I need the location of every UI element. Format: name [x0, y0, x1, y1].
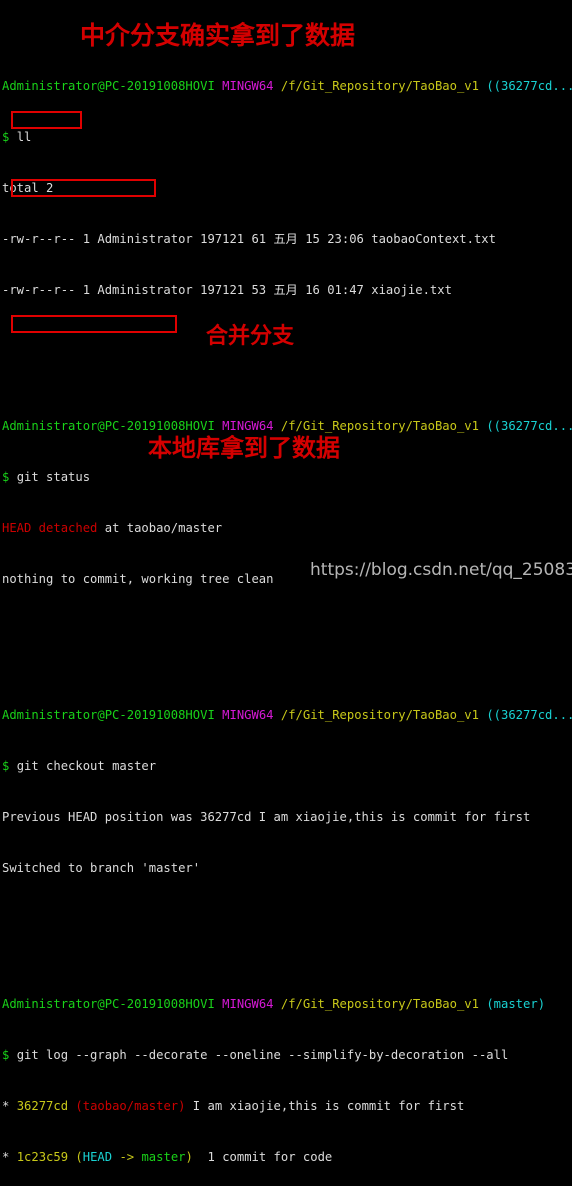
prompt-shell: MINGW64 [222, 708, 274, 722]
log-ref-branch: master [141, 1150, 186, 1164]
prompt-shell: MINGW64 [222, 79, 274, 93]
annotation-note-1: 中介分支确实拿到了数据 [80, 21, 356, 50]
log-commit-message: I am xiaojie,this is commit for first [185, 1099, 465, 1113]
log-commit-message: 1 commit for code [192, 1150, 333, 1164]
prompt-shell: MINGW64 [222, 997, 274, 1011]
terminal-window[interactable]: Administrator@PC-20191008HOVI MINGW64 /f… [0, 0, 572, 1164]
log-entry: * 36277cd (taobao/master) I am xiaojie,t… [2, 1098, 572, 1115]
log-ref-head: HEAD [82, 1150, 113, 1164]
prompt-branch: ((36277cd...)) [486, 419, 572, 433]
command-line: $ git checkout master [2, 758, 572, 775]
watermark-text: https://blog.csdn.net/qq_25083447 [310, 560, 572, 580]
output-line: Switched to branch 'master' [2, 861, 201, 875]
prompt-line: Administrator@PC-20191008HOVI MINGW64 /f… [2, 418, 572, 435]
head-detached-rest: at taobao/master [97, 521, 223, 535]
log-ref-arrow: -> [112, 1150, 142, 1164]
prompt-line: Administrator@PC-20191008HOVI MINGW64 /f… [2, 996, 572, 1013]
command-line: $ ll [2, 129, 572, 146]
annotation-note-2: 合并分支 [206, 324, 295, 349]
output-line: Previous HEAD position was 36277cd I am … [2, 810, 531, 824]
log-ref-paren-close: ) [185, 1150, 193, 1164]
output-line: total 2 [2, 181, 54, 195]
prompt-path: /f/Git_Repository/TaoBao_v1 [280, 419, 479, 433]
prompt-shell: MINGW64 [222, 419, 274, 433]
prompt-path: /f/Git_Repository/TaoBao_v1 [280, 997, 479, 1011]
log-ref-paren-open: ( [75, 1150, 83, 1164]
prompt-user-host: Administrator@PC-20191008HOVI [2, 79, 215, 93]
log-graph-marker: * [2, 1099, 17, 1113]
command-text: git checkout master [16, 759, 157, 773]
log-entry: * 1c23c59 (HEAD -> master) 1 commit for … [2, 1149, 572, 1166]
command-line: $ git log --graph --decorate --oneline -… [2, 1047, 572, 1064]
terminal-output-area[interactable]: Administrator@PC-20191008HOVI MINGW64 /f… [2, 10, 572, 1186]
command-text: git status [16, 470, 91, 484]
output-line: -rw-r--r-- 1 Administrator 197121 61 五月 … [2, 232, 496, 246]
command-line: $ git status [2, 469, 572, 486]
prompt-user-host: Administrator@PC-20191008HOVI [2, 419, 215, 433]
prompt-line: Administrator@PC-20191008HOVI MINGW64 /f… [2, 707, 572, 724]
log-commit-hash: 36277cd [16, 1099, 69, 1113]
prompt-path: /f/Git_Repository/TaoBao_v1 [280, 708, 479, 722]
prompt-user-host: Administrator@PC-20191008HOVI [2, 997, 215, 1011]
command-text: ll [16, 130, 32, 144]
prompt-branch: (master) [486, 997, 546, 1011]
prompt-branch: ((36277cd...)) [486, 708, 572, 722]
prompt-branch: ((36277cd...)) [486, 79, 572, 93]
output-line: HEAD detached at taobao/master [2, 520, 572, 537]
prompt-sigil: $ [2, 759, 10, 773]
prompt-user-host: Administrator@PC-20191008HOVI [2, 708, 215, 722]
log-commit-hash: 1c23c59 [16, 1150, 69, 1164]
log-space [68, 1150, 75, 1164]
head-detached-error: HEAD detached [2, 521, 98, 535]
annotation-note-3: 本地库拿到了数据 [148, 434, 340, 462]
prompt-path: /f/Git_Repository/TaoBao_v1 [280, 79, 479, 93]
prompt-line: Administrator@PC-20191008HOVI MINGW64 /f… [2, 78, 572, 95]
log-ref-names: (taobao/master) [75, 1099, 186, 1113]
output-line: -rw-r--r-- 1 Administrator 197121 53 五月 … [2, 283, 452, 297]
log-space [68, 1099, 75, 1113]
command-text: git log --graph --decorate --oneline --s… [16, 1048, 509, 1062]
prompt-sigil: $ [2, 1048, 10, 1062]
log-graph-marker: * [2, 1150, 17, 1164]
